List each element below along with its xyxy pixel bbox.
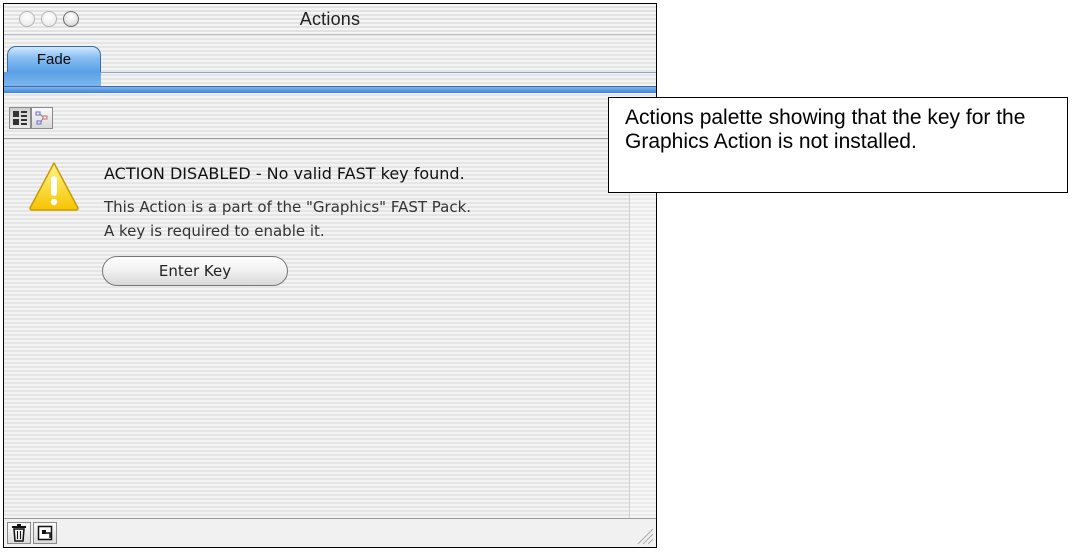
warning-icon: [29, 162, 79, 211]
disabled-message-line-1: This Action is a part of the "Graphics" …: [104, 198, 472, 216]
tab-fade-body: [4, 72, 101, 86]
disabled-message-title: ACTION DISABLED - No valid FAST key foun…: [104, 164, 465, 183]
list-view-button[interactable]: [9, 107, 31, 129]
actions-window: Actions Fade ACTION DISABLED - No valid …: [3, 3, 657, 548]
tab-divider: [101, 72, 656, 87]
tab-strip: Fade: [4, 34, 656, 100]
caption-callout: Actions palette showing that the key for…: [608, 97, 1068, 193]
bottom-bar: [4, 518, 656, 547]
disabled-message-line-2: A key is required to enable it.: [104, 222, 325, 240]
list-view-icon: [13, 111, 27, 125]
delete-button[interactable]: [7, 522, 31, 544]
vertical-scrollbar[interactable]: [629, 140, 656, 519]
new-item-icon: [37, 525, 53, 541]
flow-view-button[interactable]: [31, 107, 53, 129]
window-title: Actions: [299, 9, 361, 29]
action-panel: ACTION DISABLED - No valid FAST key foun…: [4, 140, 656, 519]
resize-grip-icon[interactable]: [632, 523, 654, 545]
flow-view-icon: [35, 111, 48, 125]
trash-icon: [12, 524, 26, 542]
tab-underline: [4, 86, 656, 93]
new-action-button[interactable]: [33, 522, 57, 544]
view-toolbar: [4, 100, 656, 139]
enter-key-button[interactable]: Enter Key: [102, 256, 288, 286]
title-bar[interactable]: Actions: [4, 4, 656, 35]
tab-fade[interactable]: Fade: [7, 46, 101, 72]
